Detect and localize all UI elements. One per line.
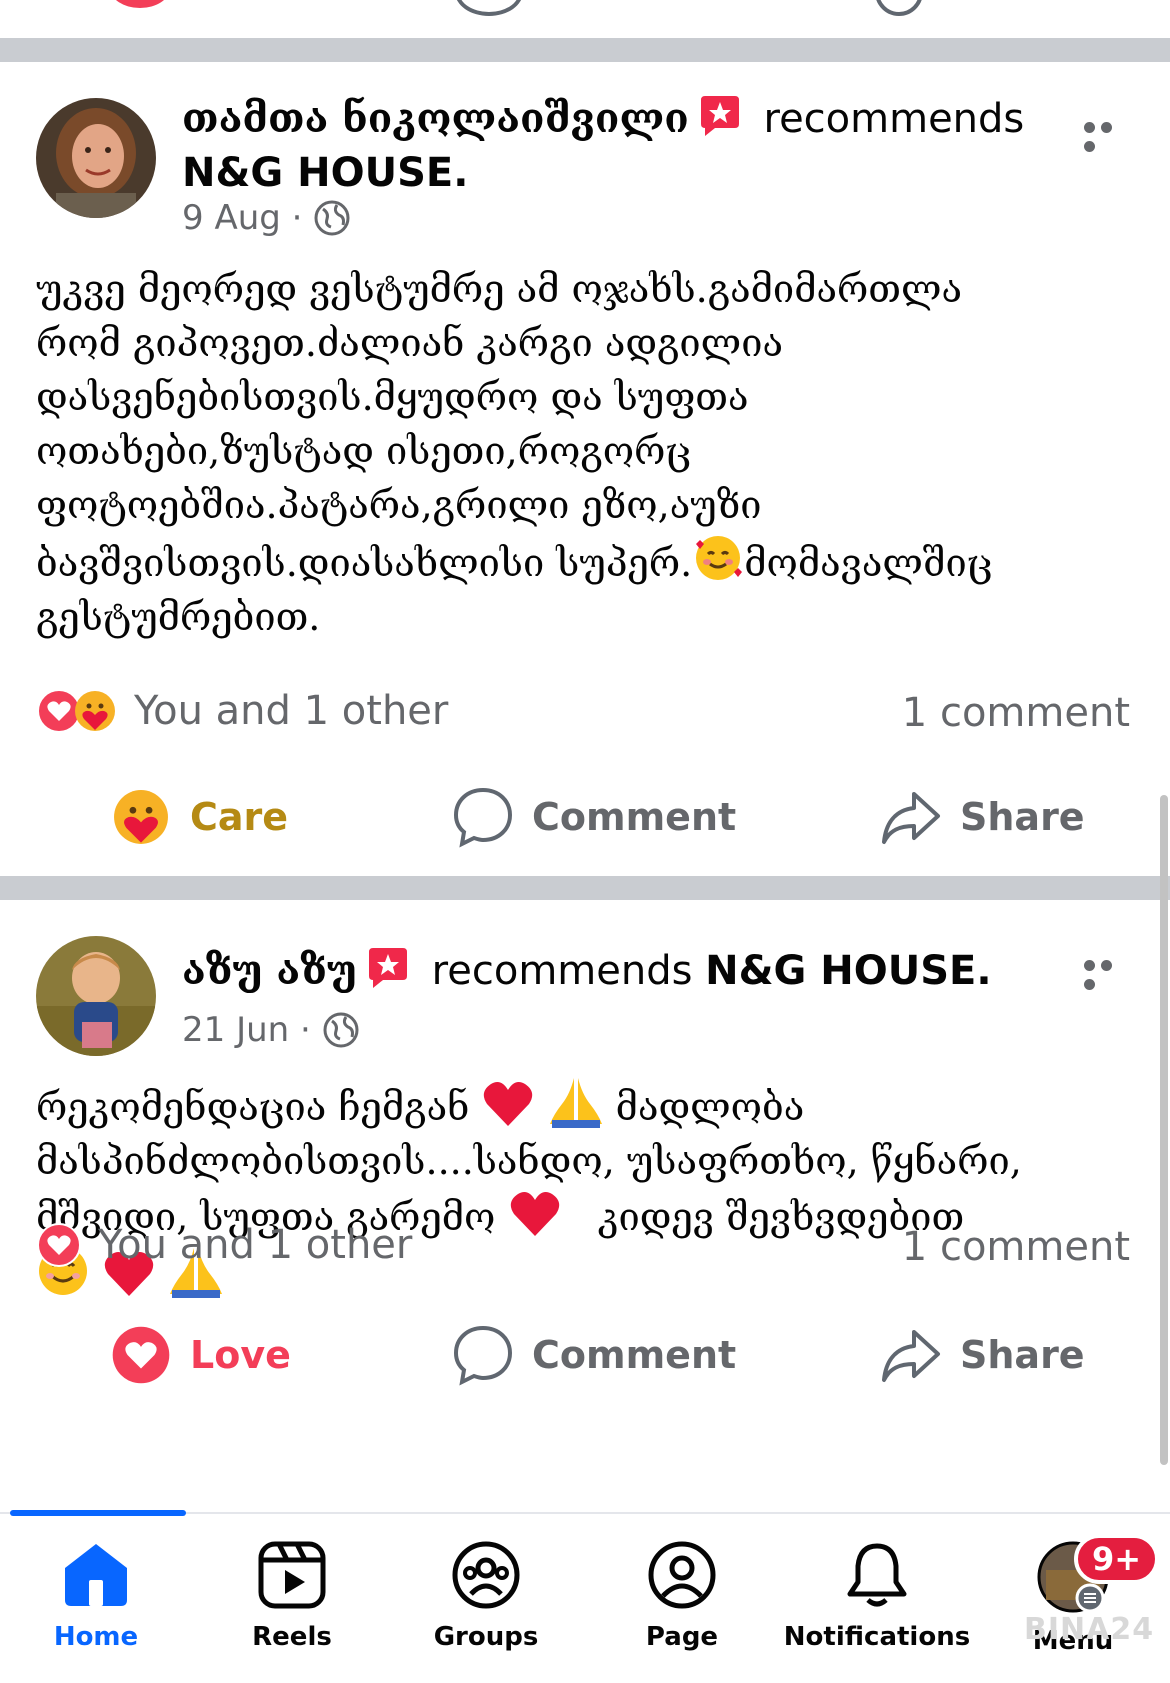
tab-label: Reels	[252, 1622, 332, 1652]
previous-reaction-icon[interactable]	[110, 0, 170, 8]
love-button[interactable]: Love	[110, 1324, 291, 1386]
meta-dot: ·	[300, 1010, 311, 1050]
previous-share-icon[interactable]	[875, 0, 923, 16]
post-date[interactable]: 9 Aug	[182, 198, 281, 238]
more-options-icon[interactable]	[1084, 118, 1134, 152]
comments-count[interactable]: 1 comment	[902, 1224, 1130, 1270]
share-icon	[882, 792, 940, 844]
post-text-line: ოთახები,ზუსტად ისეთი,როგორც	[36, 429, 692, 473]
comment-label: Comment	[532, 795, 737, 839]
comments-count[interactable]: 1 comment	[902, 690, 1130, 736]
home-icon	[65, 1544, 127, 1606]
folded-hands-emoji-icon	[549, 1078, 602, 1128]
post-text-line: რომ გიპოვეთ.ძალიან კარგი ადგილია	[36, 321, 784, 365]
comment-label: Comment	[532, 1333, 737, 1377]
share-label: Share	[960, 1333, 1085, 1377]
tab-label: Page	[645, 1622, 719, 1652]
post-header: აზუ აზუ recommends N&G HOUSE.	[182, 944, 1062, 998]
globe-icon	[323, 1012, 359, 1048]
tab-label: Home	[53, 1622, 139, 1652]
post-meta: 9 Aug ·	[182, 198, 351, 238]
page-icon	[648, 1541, 716, 1609]
post-text-line: დასვენებისთვის.მყუდრო და სუფთა	[36, 375, 749, 419]
post-separator	[0, 38, 1170, 62]
tab-groups[interactable]: Groups	[426, 1540, 546, 1652]
post-header: თამთა ნიკოლაიშვილი recommends N&G HOUSE.	[182, 92, 1082, 200]
care-button[interactable]: Care	[110, 786, 288, 848]
tab-label: Notifications	[783, 1622, 971, 1652]
comment-button[interactable]: Comment	[452, 1324, 736, 1386]
recommends-text: recommends	[763, 96, 1025, 142]
previous-comment-icon[interactable]	[455, 0, 523, 16]
post-text: უკვე მეორედ ვესტუმრე ამ ოჯახს.გამიმართლა…	[36, 262, 1136, 644]
scrollbar[interactable]	[1160, 795, 1168, 1465]
share-button[interactable]: Share	[880, 1324, 1085, 1386]
globe-icon	[314, 200, 350, 236]
author-avatar[interactable]	[36, 936, 156, 1056]
care-label: Care	[190, 795, 289, 839]
comment-icon	[453, 787, 513, 848]
page-name-link[interactable]: N&G HOUSE.	[705, 948, 991, 994]
meta-dot: ·	[291, 198, 303, 238]
post: აზუ აზუ recommends N&G HOUSE. 21 Jun · რ…	[0, 900, 1170, 1512]
post-text-line: ფოტოებშია.პატარა,გრილი ეზო,აუზი	[36, 483, 762, 527]
comment-button[interactable]: Comment	[452, 786, 736, 848]
active-tab-indicator	[10, 1510, 186, 1516]
watermark: BINA24	[1024, 1612, 1155, 1647]
reactions-text: You and 1 other	[134, 688, 449, 734]
post-text-line: რეკომენდაცია ჩემგან მადლობა	[36, 1074, 1136, 1134]
smiling-hearts-emoji-icon	[696, 536, 743, 580]
recommends-text: recommends	[431, 948, 693, 994]
post-meta: 21 Jun ·	[182, 1010, 360, 1050]
post: თამთა ნიკოლაიშვილი recommends N&G HOUSE.…	[0, 62, 1170, 876]
care-reaction-icon	[114, 790, 168, 844]
reactions-summary[interactable]: You and 1 other	[36, 688, 448, 734]
share-icon	[882, 1330, 940, 1382]
tab-reels[interactable]: Reels	[242, 1540, 342, 1652]
red-heart-emoji-icon	[484, 1082, 533, 1126]
share-label: Share	[960, 795, 1085, 839]
tab-page[interactable]: Page	[632, 1540, 732, 1652]
share-button[interactable]: Share	[880, 786, 1085, 848]
groups-icon	[452, 1541, 520, 1609]
love-reaction-icon	[112, 1326, 170, 1384]
recommend-badge-icon	[700, 96, 739, 136]
previous-post-actions	[0, 0, 1170, 38]
post-text-line: ბავშვისთვის.დიასახლისი სუპერ. მომავალშიც	[36, 532, 1136, 590]
reels-icon	[258, 1541, 326, 1609]
post-date[interactable]: 21 Jun	[182, 1010, 289, 1050]
author-avatar[interactable]	[36, 98, 156, 218]
post-text-line: უკვე მეორედ ვესტუმრე ამ ოჯახს.გამიმართლა	[36, 267, 963, 311]
page-name-link[interactable]: N&G HOUSE.	[182, 150, 468, 196]
reactions-summary[interactable]: You and 1 other	[36, 1222, 412, 1268]
bell-icon	[847, 1543, 907, 1607]
tab-label: Groups	[433, 1622, 539, 1652]
author-name[interactable]: თამთა ნიკოლაიშვილი	[182, 95, 689, 142]
tab-home[interactable]: Home	[46, 1540, 146, 1652]
love-reaction-icon	[37, 1223, 81, 1267]
menu-notification-badge: 9+	[1074, 1534, 1160, 1584]
more-options-icon[interactable]	[1084, 956, 1134, 990]
post-text-line: გესტუმრებით.	[36, 595, 321, 639]
author-name[interactable]: აზუ აზუ	[182, 947, 357, 994]
love-label: Love	[190, 1333, 291, 1377]
reactions-text: You and 1 other	[98, 1222, 413, 1268]
tab-notifications[interactable]: Notifications	[782, 1540, 972, 1652]
post-text-line: მასპინძლობისთვის....სანდო, უსაფრთხო, წყნ…	[36, 1139, 1022, 1183]
bottom-tab-bar	[0, 1512, 1170, 1683]
comment-icon	[453, 1325, 513, 1386]
care-reaction-icon	[75, 691, 115, 731]
post-separator	[0, 876, 1170, 900]
red-heart-emoji-icon	[510, 1192, 559, 1236]
recommend-badge-icon	[368, 948, 407, 988]
